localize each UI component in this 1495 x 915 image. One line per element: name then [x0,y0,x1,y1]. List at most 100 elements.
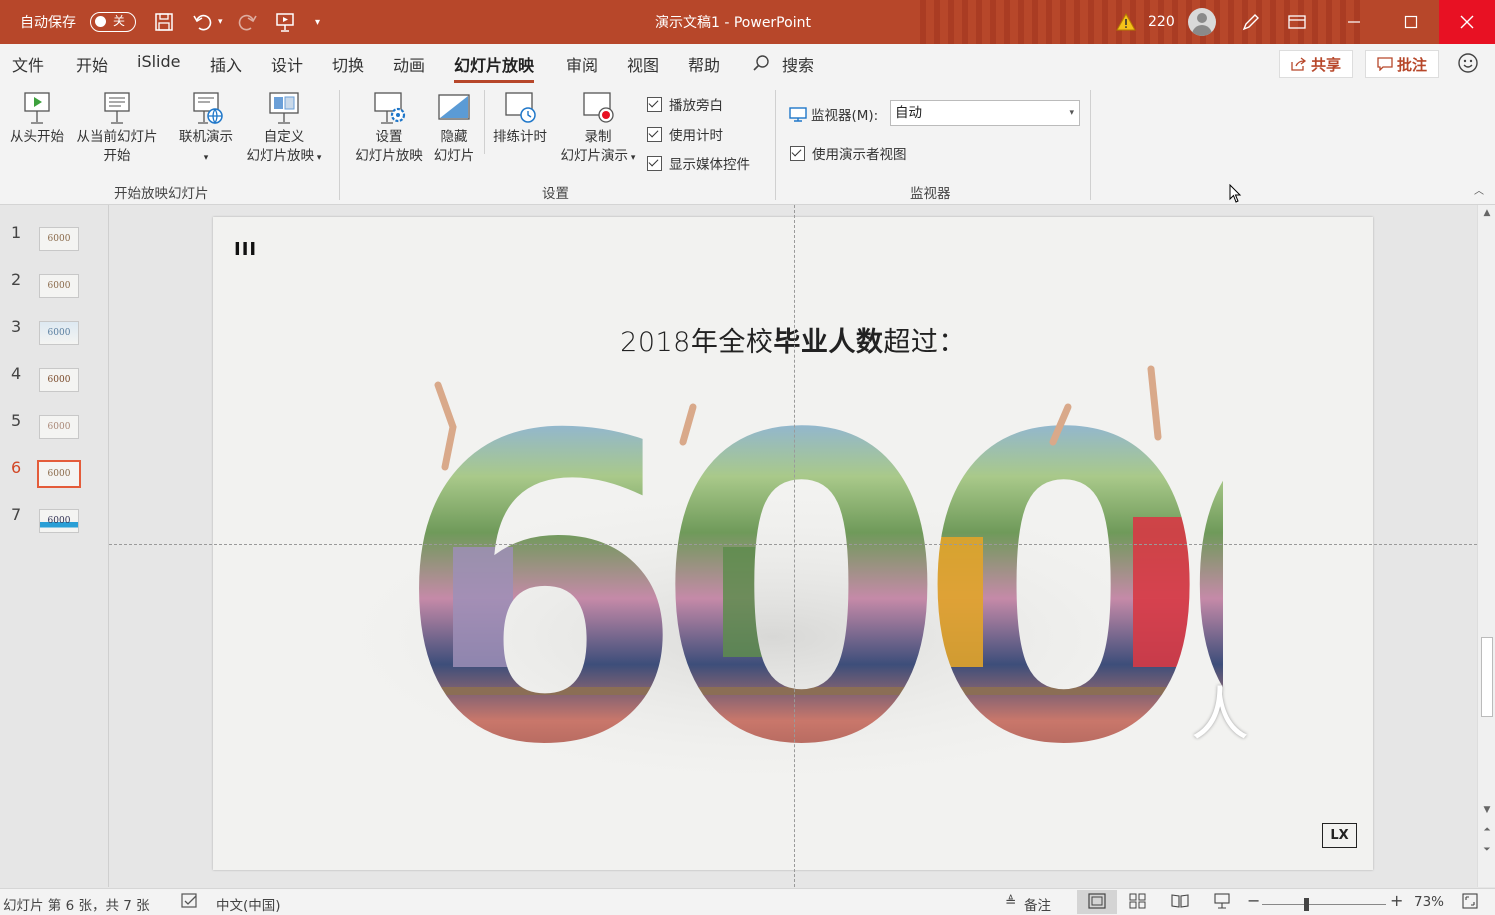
slide-thumbnail-6[interactable]: 6000 [37,460,81,488]
slide-thumbnail-4[interactable]: 6000 [39,368,79,392]
vertical-scrollbar[interactable]: ▲ ▼ ⏶ ⏷ [1477,205,1495,887]
zoom-slider-track[interactable] [1262,904,1386,905]
vertical-guide[interactable] [794,205,795,887]
search-label[interactable]: 搜索 [782,52,814,76]
use-timings-checkbox[interactable]: 使用计时 [647,124,723,144]
from-current-label-1: 从当前幻灯片 [76,129,158,145]
present-icon[interactable] [274,0,296,44]
slide-number: 1 [11,223,22,242]
slide-thumbnail-2[interactable]: 6000 [39,274,79,298]
avatar[interactable] [1188,8,1216,36]
tab-review[interactable]: 审阅 [566,52,598,76]
tab-view[interactable]: 视图 [627,52,659,76]
normal-view-icon[interactable] [1088,893,1106,913]
slide-sorter-icon[interactable] [1129,893,1147,913]
slide-thumbnail-5[interactable]: 6000 [39,415,79,439]
monitor-select-value: 自动 [895,105,922,121]
monitor-select[interactable]: 自动 ▾ [890,100,1080,126]
scroll-up-icon[interactable]: ▲ [1478,208,1495,218]
scrollbar-thumb[interactable] [1481,637,1493,717]
scroll-down-icon[interactable]: ▼ [1478,805,1495,815]
reading-view-icon[interactable] [1171,893,1189,913]
use-timings-label: 使用计时 [669,128,723,144]
prev-slide-icon[interactable]: ⏶ [1478,825,1495,835]
slide-thumbnail-1[interactable]: 6000 [39,227,79,251]
pen-icon[interactable] [1240,0,1262,44]
slide-info: 幻灯片 第 6 张，共 7 张 [3,898,150,914]
warning-icon[interactable] [1116,0,1136,44]
maximize-icon[interactable] [1382,0,1439,44]
warning-count: 220 [1148,14,1175,30]
search-icon[interactable] [752,54,770,76]
notes-icon[interactable]: ≜ [1005,894,1016,910]
comment-label: 批注 [1396,55,1427,74]
from-beginning-button[interactable]: 从头开始 [4,90,70,147]
close-icon[interactable] [1439,0,1495,44]
hide-slide-label-1: 隐藏 [440,129,468,145]
smiley-icon[interactable] [1457,52,1479,78]
ribbon: 从头开始 从当前幻灯片 开始 联机演示 ▾ 自定义 幻灯片放映 ▾ 开始放映幻灯… [0,84,1495,205]
tab-home[interactable]: 开始 [76,52,108,76]
group-label-monitor: 监视器 [910,186,951,202]
hide-slide-button[interactable]: 隐藏 幻灯片 [430,90,478,166]
redo-icon[interactable] [236,0,258,44]
share-button[interactable]: 共享 [1279,50,1353,78]
from-current-button[interactable]: 从当前幻灯片 开始 [70,90,164,166]
slide-thumbnail-3[interactable]: 6000 [39,321,79,345]
custom-show-button[interactable]: 自定义 幻灯片放映 ▾ [240,90,328,168]
zoom-level[interactable]: 73% [1414,894,1444,910]
play-narrations-checkbox[interactable]: 播放旁白 [647,94,723,114]
slideshow-view-icon[interactable] [1213,893,1231,913]
zoom-slider-knob[interactable] [1304,898,1309,911]
tab-insert[interactable]: 插入 [210,52,242,76]
tab-help[interactable]: 帮助 [688,52,720,76]
next-slide-icon[interactable]: ⏷ [1478,845,1495,855]
online-present-dropdown-icon: ▾ [203,153,209,163]
save-icon[interactable] [153,0,175,44]
record-slideshow-button[interactable]: 录制 幻灯片演示 ▾ [552,90,644,168]
record-label-1: 录制 [584,129,612,145]
online-present-button[interactable]: 联机演示 ▾ [172,90,240,168]
presenter-view-label: 使用演示者视图 [812,147,907,163]
minimize-icon[interactable] [1325,0,1382,44]
toggle-knob [95,16,106,27]
record-dropdown-icon: ▾ [628,153,636,163]
tab-animations[interactable]: 动画 [393,52,425,76]
show-media-controls-checkbox[interactable]: 显示媒体控件 [647,153,750,173]
slide-number: 4 [11,364,22,383]
setup-slideshow-label-1: 设置 [375,129,403,145]
spell-check-icon[interactable] [181,893,199,913]
checkbox-box [647,96,662,112]
group-separator [339,90,340,200]
undo-dropdown-icon[interactable]: ▾ [218,0,223,44]
tab-transitions[interactable]: 切换 [332,52,364,76]
fit-to-window-icon[interactable] [1462,893,1478,913]
tab-design[interactable]: 设计 [271,52,303,76]
share-icon [1291,57,1307,71]
rehearse-timings-button[interactable]: 排练计时 [488,90,552,147]
tab-slideshow[interactable]: 幻灯片放映 [454,52,535,83]
zoom-in-icon[interactable]: + [1390,891,1403,910]
group-label-setup: 设置 [542,186,569,202]
zoom-out-icon[interactable]: − [1247,891,1260,910]
tab-islide[interactable]: iSlide [137,52,181,71]
comments-button[interactable]: 批注 [1365,50,1439,78]
presenter-view-checkbox[interactable]: 使用演示者视图 [790,143,907,163]
language-label[interactable]: 中文(中国) [216,894,281,914]
setup-slideshow-icon [374,92,406,124]
comment-icon [1377,57,1393,71]
notes-button[interactable]: 备注 [1024,894,1051,914]
unit-label: 人 [1191,680,1250,748]
collapse-ribbon-icon[interactable]: ︿ [1474,182,1484,197]
undo-icon[interactable] [192,0,214,44]
horizontal-guide[interactable] [109,544,1477,545]
autosave-state: 关 [113,14,126,28]
tab-file[interactable]: 文件 [12,52,44,76]
slide-thumbnail-7[interactable]: 6000 [39,509,79,533]
ribbon-display-icon[interactable] [1268,0,1325,44]
checkbox-box [790,145,805,161]
setup-slideshow-button[interactable]: 设置 幻灯片放映 [348,90,430,166]
customize-qat-icon[interactable]: ▾ [315,0,320,44]
slide-editing-area: III 2018年全校毕业人数超过： 6000 [109,205,1477,887]
autosave-toggle[interactable]: 关 [90,12,136,32]
